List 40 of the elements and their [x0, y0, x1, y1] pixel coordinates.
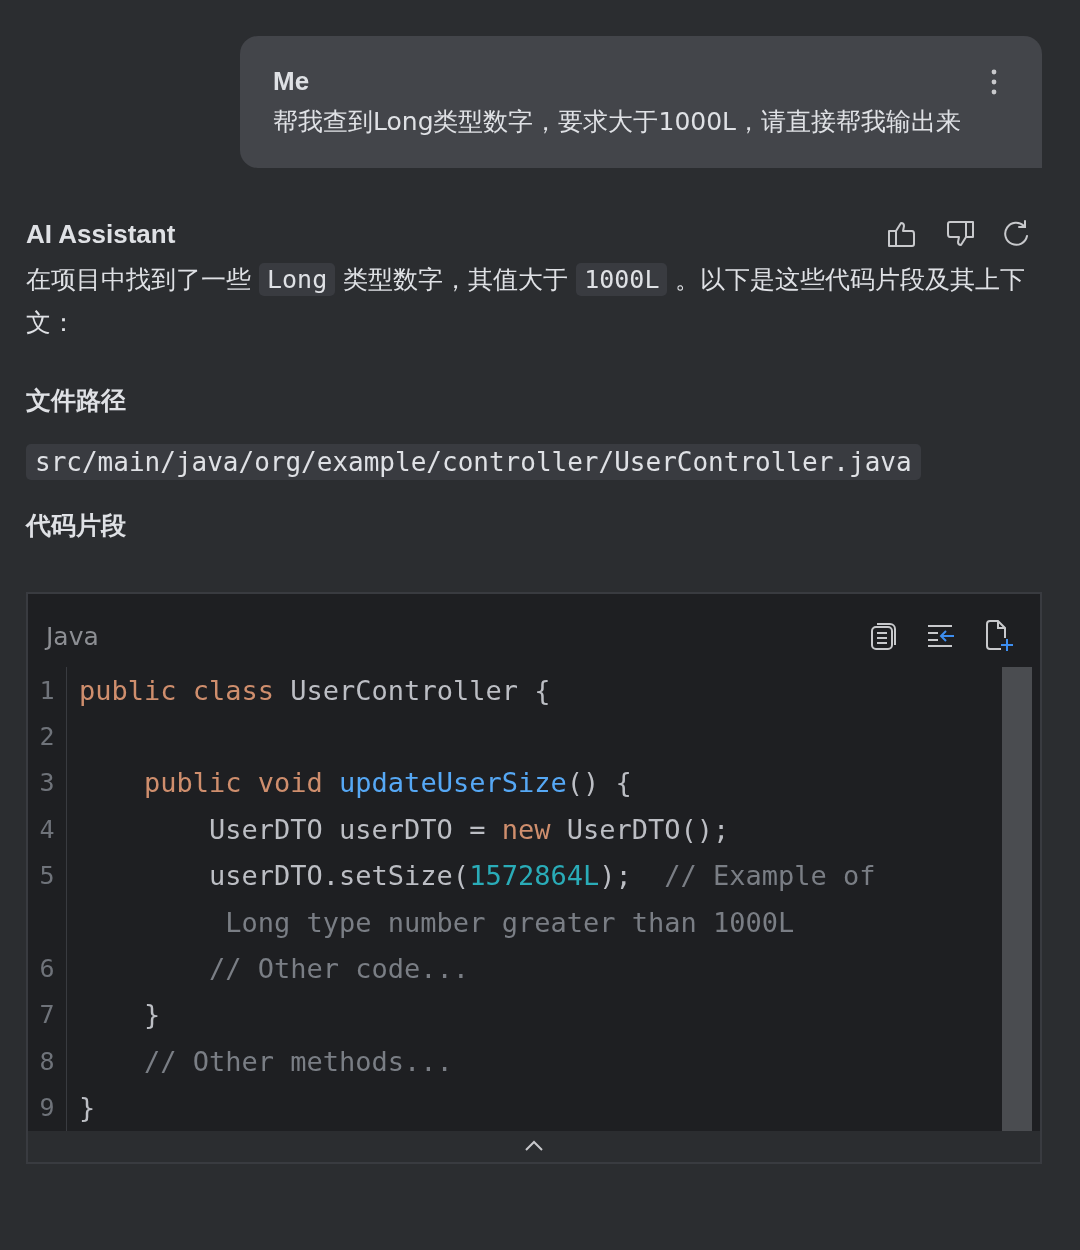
code-token: 1572864L [469, 860, 600, 892]
code-token: Long type number greater than 1000L [224, 906, 795, 938]
code-token: UserDTO(); [565, 813, 730, 845]
code-token: // Other methods... [143, 1045, 453, 1077]
code-token: public void [143, 767, 323, 799]
code-token: UserController { [289, 674, 551, 706]
message-author: Me [273, 66, 310, 97]
new-file-icon[interactable] [984, 619, 1014, 654]
code-token: new [501, 813, 551, 845]
code-token: updateUserSize [338, 767, 567, 799]
collapse-icon[interactable] [524, 1140, 544, 1153]
file-path: src/main/java/org/example/controller/UserController.java [26, 444, 921, 480]
code-token: } [79, 1092, 96, 1124]
copy-icon[interactable] [870, 621, 898, 652]
line-number: 2 [39, 722, 55, 752]
line-number: 9 [39, 1093, 55, 1123]
code-token: } [143, 999, 161, 1031]
assistant-name: AI Assistant [26, 218, 176, 250]
section-heading: 代码片段 [26, 510, 127, 542]
code-token: public class [79, 674, 275, 706]
line-number: 8 [39, 1046, 55, 1076]
line-number: 4 [39, 814, 55, 844]
code-token: () { [566, 767, 632, 799]
code-token: ); [599, 860, 633, 892]
line-number: 6 [39, 954, 55, 983]
line-number: 5 [39, 861, 55, 891]
code-token: userDTO.setSize( [208, 860, 470, 892]
answer-text: 在项目中找到了一些 Long 类型数字，其值大于 1000L 。以下是这些代码片段及其上下文： [26, 262, 1027, 339]
code-token: UserDTO userDTO = [208, 813, 487, 845]
line-number: 3 [39, 768, 55, 798]
code-token: // Other code... [208, 953, 470, 984]
message-text: 帮我查到Long类型数字，要求大于1000L，请直接帮我输出来 [273, 106, 963, 138]
language-label: Java [46, 622, 99, 651]
line-number: 1 [39, 675, 55, 705]
scrollbar[interactable] [1002, 666, 1032, 1131]
code-token: // Example of [664, 860, 876, 892]
section-heading: 文件路径 [26, 385, 127, 417]
insert-icon[interactable] [926, 624, 956, 649]
more-options-icon[interactable] [990, 67, 998, 96]
line-number: 7 [39, 1000, 55, 1030]
